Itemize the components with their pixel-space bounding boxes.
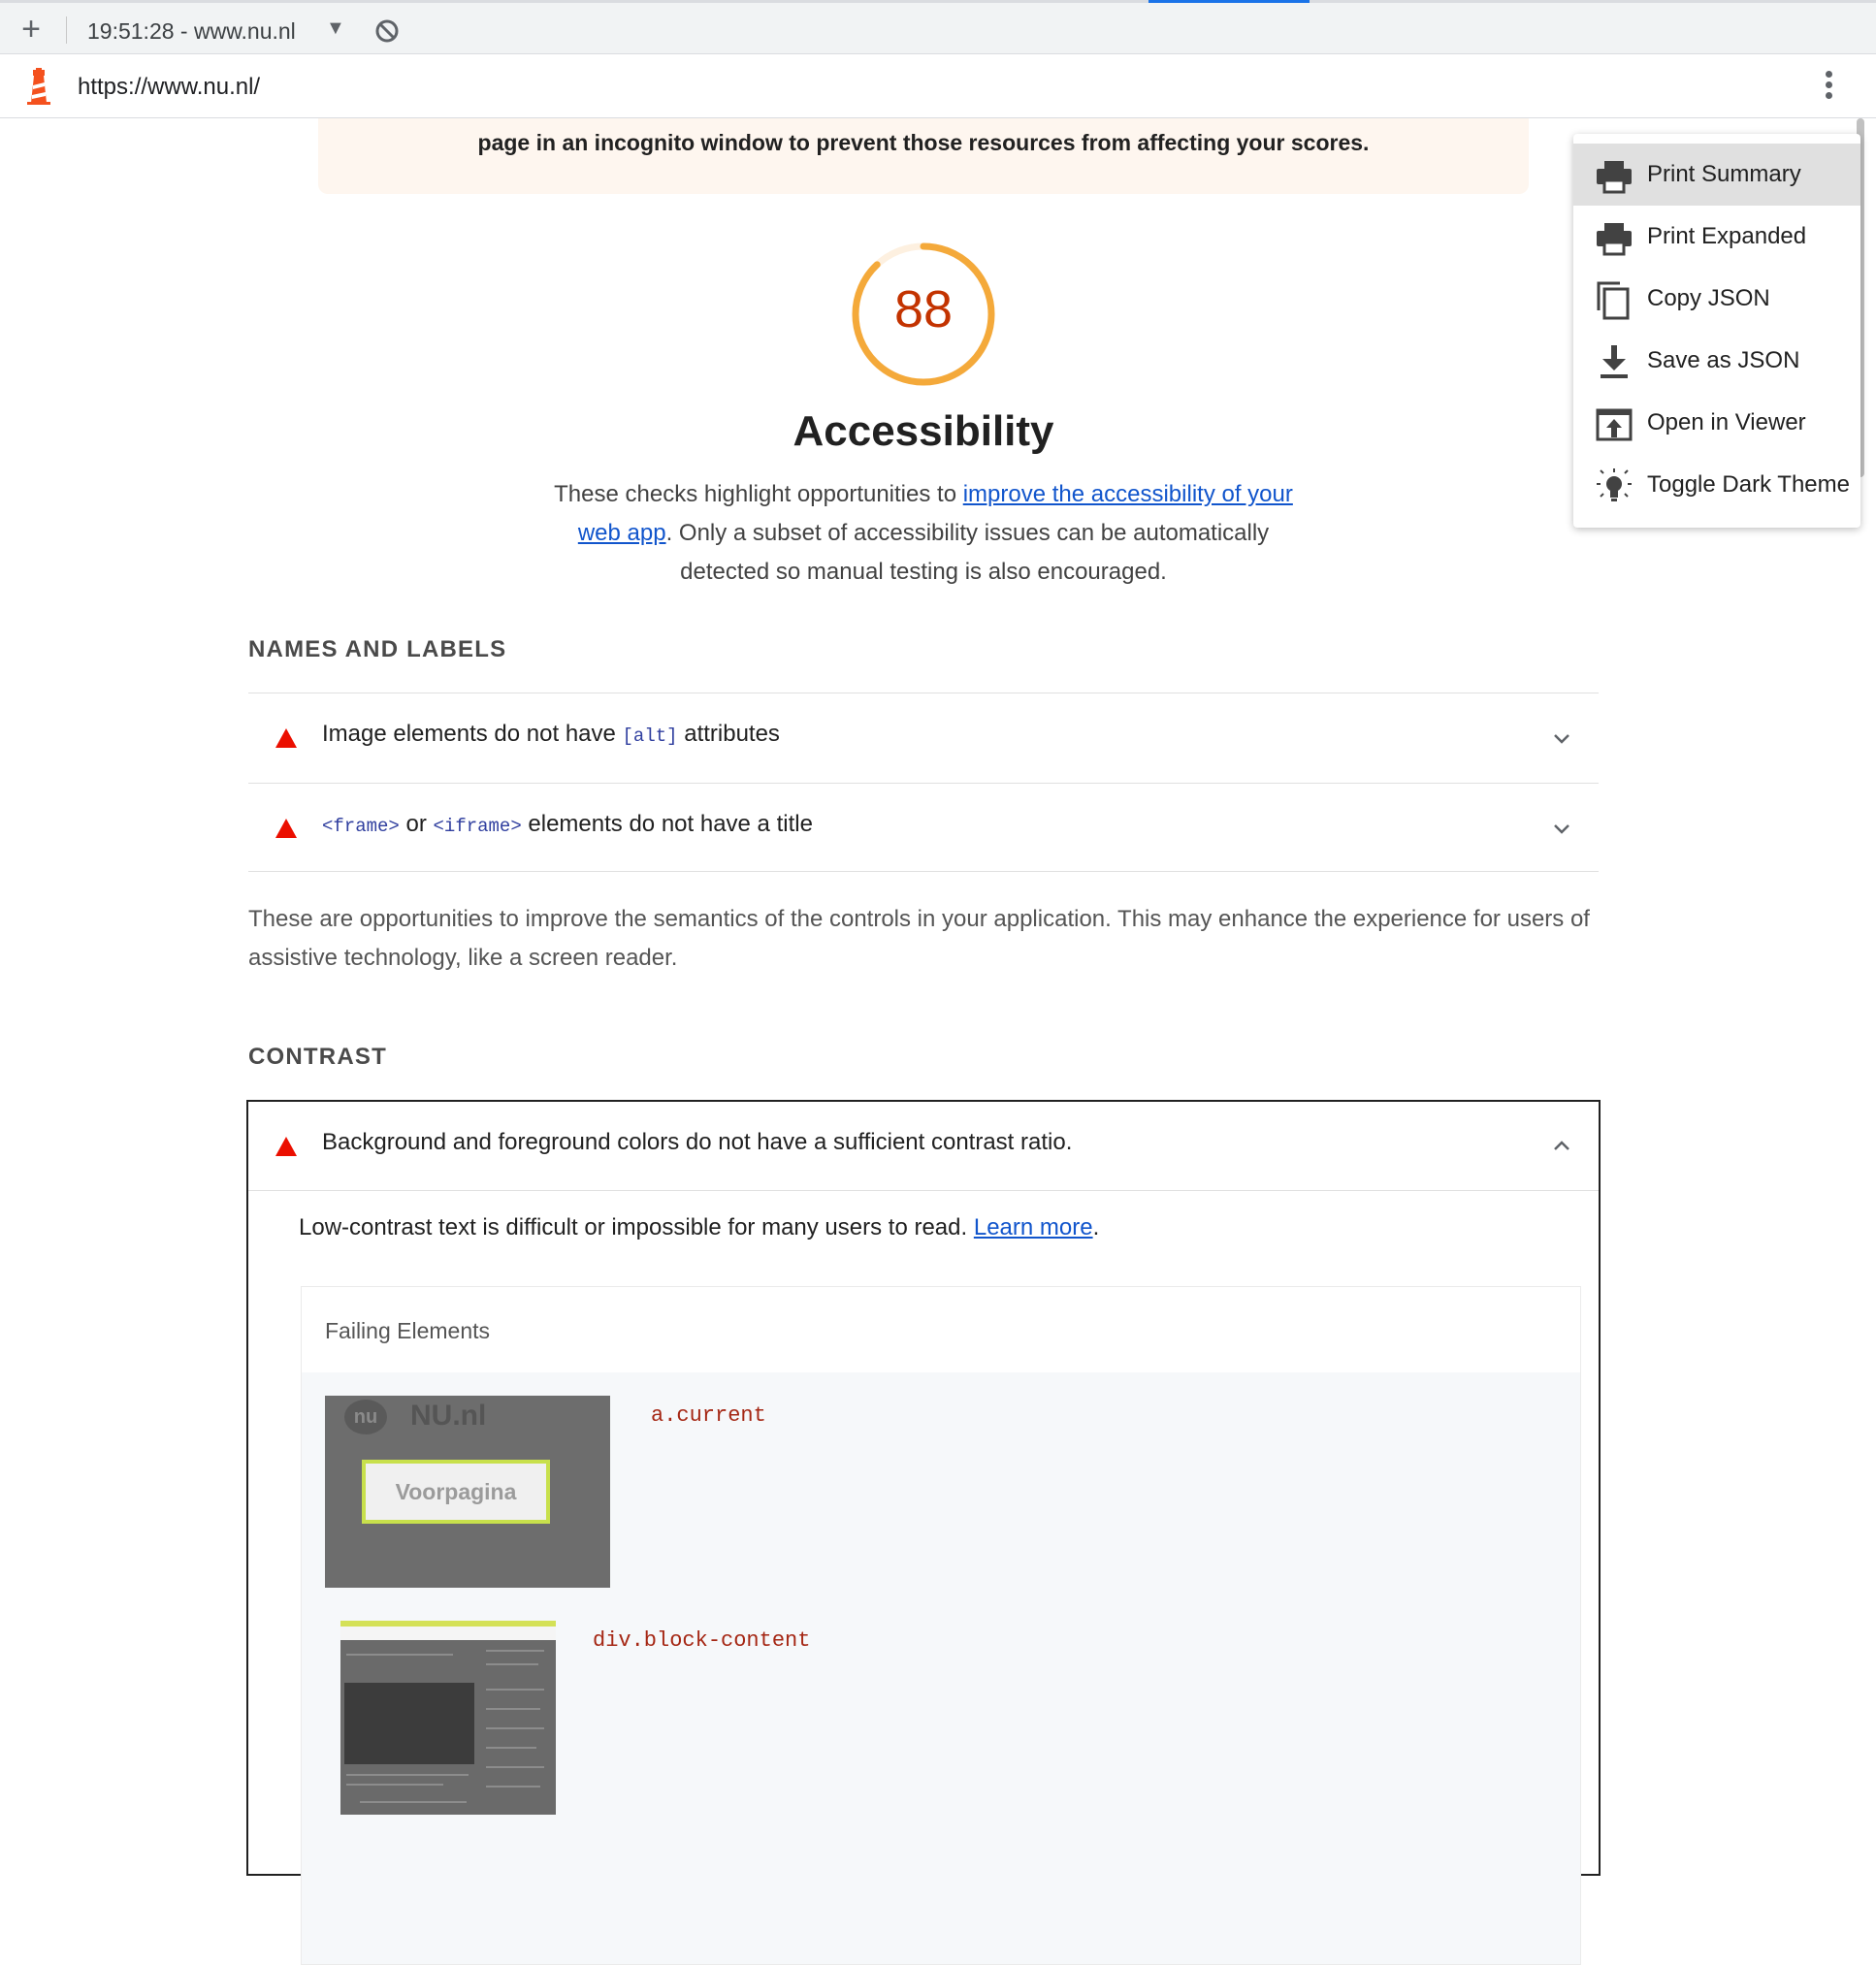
menu-label: Print Expanded <box>1647 223 1807 249</box>
menu-label: Open in Viewer <box>1647 409 1806 435</box>
menu-item-print-summary[interactable]: Print Summary <box>1573 144 1860 206</box>
fail-triangle-icon <box>275 819 297 838</box>
element-selector: div.block-content <box>593 1628 811 1653</box>
tab-separator <box>66 16 67 44</box>
fail-triangle-icon <box>275 1137 297 1156</box>
fail-triangle-icon <box>275 728 297 748</box>
audit-title: Background and foreground colors do not … <box>322 1129 1073 1155</box>
category-desc-pre: These checks highlight opportunities to <box>554 481 963 507</box>
open-in-viewer-icon <box>1596 408 1633 441</box>
warning-text: page in an incognito window to prevent t… <box>477 130 1370 155</box>
category-title: Accessibility <box>792 407 1054 455</box>
audit-title-post: elements do not have a title <box>521 811 813 837</box>
group-title-names-labels: NAMES AND LABELS <box>248 636 507 662</box>
menu-item-open-viewer[interactable]: Open in Viewer <box>1573 392 1860 454</box>
thumbnail-photo <box>344 1683 474 1764</box>
snippet-brand: NU.nl <box>410 1400 487 1432</box>
lighthouse-icon <box>27 68 50 105</box>
audit-title: <frame> or <iframe> elements do not have… <box>322 811 813 838</box>
chevron-down-icon[interactable] <box>1552 728 1571 748</box>
print-icon <box>1597 161 1632 194</box>
menu-item-copy-json[interactable]: Copy JSON <box>1573 268 1860 330</box>
menu-item-toggle-dark-theme[interactable]: Toggle Dark Theme <box>1573 454 1860 516</box>
menu-label: Toggle Dark Theme <box>1647 471 1850 498</box>
category-desc-post: . Only a subset of accessibility issues … <box>665 520 1270 585</box>
audit-code-frame: <frame> <box>322 816 400 837</box>
tools-menu-icon[interactable] <box>1814 68 1843 105</box>
audit-description: Low-contrast text is difficult or imposs… <box>299 1214 1099 1241</box>
tab-dropdown-icon[interactable]: ▼ <box>326 17 345 40</box>
menu-item-save-json[interactable]: Save as JSON <box>1573 330 1860 392</box>
audit-desc-post: . <box>1092 1214 1100 1240</box>
menu-label: Print Summary <box>1647 161 1801 187</box>
tools-dropdown-menu: Print Summary Print Expanded Copy JSON S… <box>1573 134 1860 528</box>
element-selector: a.current <box>651 1403 766 1428</box>
copy-icon <box>1597 281 1630 320</box>
element-screenshot[interactable]: nu NU.nl Voorpagina <box>325 1396 610 1588</box>
audit-title: Image elements do not have [alt] attribu… <box>322 721 780 748</box>
audit-title-pre: Image elements do not have <box>322 721 623 747</box>
active-tab-indicator <box>1148 0 1310 3</box>
highlighted-element: Voorpagina <box>362 1460 550 1524</box>
audit-code-iframe: <iframe> <box>433 816 522 837</box>
audit-desc-pre: Low-contrast text is difficult or imposs… <box>299 1214 974 1240</box>
block-icon[interactable] <box>374 18 400 44</box>
group-title-contrast: CONTRAST <box>248 1044 387 1070</box>
failing-elements-header: Failing Elements <box>302 1287 1580 1372</box>
failing-elements-table: Failing Elements nu NU.nl Voorpagina a.c… <box>301 1286 1581 1965</box>
audit-title-post: attributes <box>677 721 780 747</box>
nu-logo: nu <box>344 1400 387 1434</box>
audit-image-alt[interactable]: Image elements do not have [alt] attribu… <box>248 693 1599 782</box>
audit-code: [alt] <box>622 725 678 747</box>
address-bar: https://www.nu.nl/ <box>0 54 1876 118</box>
warning-box: page in an incognito window to prevent t… <box>318 118 1529 194</box>
menu-item-print-expanded[interactable]: Print Expanded <box>1573 206 1860 268</box>
menu-label: Copy JSON <box>1647 285 1770 311</box>
chevron-down-icon[interactable] <box>1552 819 1571 838</box>
print-icon <box>1597 223 1632 256</box>
audit-title-mid: or <box>399 811 434 837</box>
learn-more-link[interactable]: Learn more <box>974 1214 1093 1240</box>
menu-label: Save as JSON <box>1647 347 1800 373</box>
category-description: These checks highlight opportunities to … <box>535 475 1311 592</box>
failing-elements-title: Failing Elements <box>325 1318 491 1343</box>
lightbulb-icon <box>1597 468 1632 501</box>
audit-header[interactable]: Background and foreground colors do not … <box>248 1102 1599 1191</box>
audit-color-contrast: Background and foreground colors do not … <box>246 1100 1601 1965</box>
element-screenshot[interactable] <box>340 1621 556 1815</box>
audit-frame-title[interactable]: <frame> or <iframe> elements do not have… <box>248 783 1599 872</box>
download-icon <box>1601 345 1628 378</box>
new-tab-button[interactable]: + <box>16 13 47 46</box>
tab-strip: + 19:51:28 - www.nu.nl ▼ <box>0 0 1876 54</box>
group-description-names-labels: These are opportunities to improve the s… <box>248 906 1590 971</box>
chevron-up-icon[interactable] <box>1552 1137 1571 1156</box>
score-value: 88 <box>893 280 954 338</box>
tab-title[interactable]: 19:51:28 - www.nu.nl <box>87 18 296 45</box>
url-text[interactable]: https://www.nu.nl/ <box>78 74 260 101</box>
